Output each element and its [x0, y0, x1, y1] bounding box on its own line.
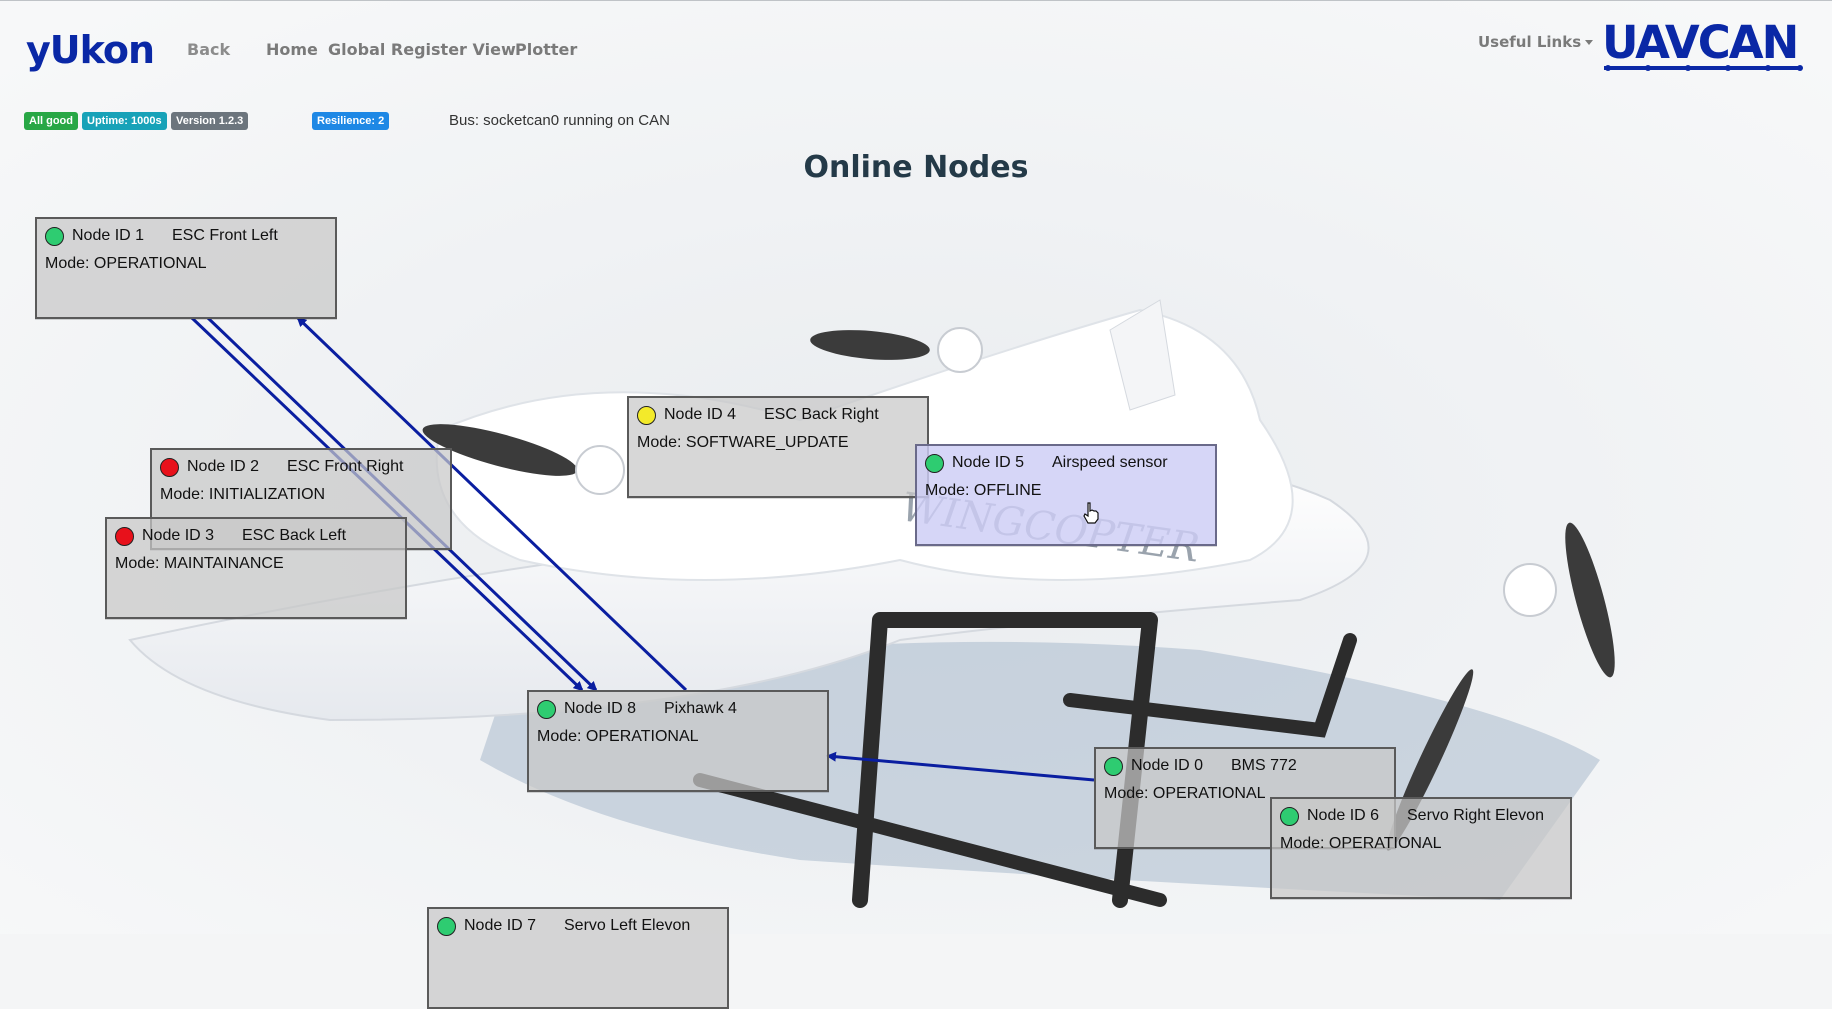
- node-mode: Mode: OFFLINE: [925, 482, 1042, 499]
- node-header: Node ID 0 BMS 772: [1104, 755, 1297, 777]
- chevron-down-icon: [1585, 40, 1594, 45]
- node-id: Node ID 8: [564, 700, 637, 717]
- yukon-logo[interactable]: yUkon: [26, 28, 155, 72]
- node-name: Airspeed sensor: [1052, 454, 1168, 471]
- status-dot-icon: [637, 405, 656, 425]
- node-card[interactable]: Node ID 6 Servo Right Elevon Mode: OPERAT…: [1270, 797, 1572, 899]
- node-mode: Mode: INITIALIZATION: [160, 486, 326, 503]
- nav-global-register-view-link[interactable]: Global Register View: [328, 40, 516, 59]
- status-dot-icon: [45, 226, 64, 246]
- top-border: [0, 0, 1832, 1]
- nav-back-link[interactable]: Back: [187, 40, 230, 59]
- nav-home-link[interactable]: Home: [266, 40, 318, 59]
- uavcan-logo[interactable]: UAVCAN: [1602, 20, 1799, 66]
- node-name: Servo Right Elevon: [1407, 807, 1544, 824]
- node-id: Node ID 2: [187, 458, 260, 475]
- page-title: Online Nodes: [803, 150, 1029, 185]
- node-mode: Mode: OPERATIONAL: [1104, 785, 1266, 802]
- status-dot-icon: [160, 457, 179, 477]
- health-badge: All good: [24, 112, 78, 130]
- useful-links-dropdown[interactable]: Useful Links: [1478, 33, 1594, 51]
- uavcan-logo-dots: [1605, 65, 1803, 71]
- node-name: Pixhawk 4: [664, 700, 737, 717]
- node-header: Node ID 5 Airspeed sensor: [925, 452, 1168, 474]
- node-header: Node ID 8 Pixhawk 4: [537, 698, 737, 720]
- node-card[interactable]: Node ID 8 Pixhawk 4 Mode: OPERATIONAL: [527, 690, 829, 792]
- node-header: Node ID 2 ESC Front Right: [160, 456, 403, 478]
- node-name: BMS 772: [1231, 757, 1297, 774]
- status-dot-icon: [437, 916, 456, 936]
- node-header: Node ID 4 ESC Back Right: [637, 404, 879, 426]
- status-dot-icon: [115, 526, 134, 546]
- node-name: Servo Left Elevon: [564, 917, 691, 934]
- node-header: Node ID 6 Servo Right Elevon: [1280, 805, 1544, 827]
- status-dot-icon: [1104, 756, 1123, 776]
- nav-plotter-link[interactable]: Plotter: [515, 40, 577, 59]
- bus-status-text: Bus: socketcan0 running on CAN: [449, 112, 670, 129]
- node-card[interactable]: Node ID 1 ESC Front Left Mode: OPERATIONA…: [35, 217, 337, 319]
- node-name: ESC Front Right: [287, 458, 404, 475]
- node-mode: Mode: OPERATIONAL: [45, 255, 207, 272]
- node-id: Node ID 4: [664, 406, 737, 423]
- useful-links-label: Useful Links: [1478, 33, 1582, 51]
- node-id: Node ID 0: [1131, 757, 1204, 774]
- node-header: Node ID 1 ESC Front Left: [45, 225, 278, 247]
- node-id: Node ID 5: [952, 454, 1025, 471]
- status-dot-icon: [537, 699, 556, 719]
- node-card[interactable]: Node ID 5 Airspeed sensor Mode: OFFLINE: [915, 444, 1217, 546]
- resilience-badge: Resilience: 2: [312, 112, 390, 130]
- node-id: Node ID 3: [142, 527, 215, 544]
- hand-pointer-cursor-icon: [1083, 502, 1099, 524]
- node-mode: Mode: OPERATIONAL: [1280, 835, 1442, 852]
- status-dot-icon: [1280, 806, 1299, 826]
- node-mode: Mode: SOFTWARE_UPDATE: [637, 434, 849, 451]
- node-card[interactable]: Node ID 4 ESC Back Right Mode: SOFTWARE_U…: [627, 396, 929, 498]
- node-name: ESC Front Left: [172, 227, 278, 244]
- status-dot-icon: [925, 453, 944, 473]
- node-name: ESC Back Left: [242, 527, 347, 544]
- node-mode: Mode: MAINTAINANCE: [115, 555, 284, 572]
- node-card[interactable]: Node ID 3 ESC Back Left Mode: MAINTAINANC…: [105, 517, 407, 619]
- node-card[interactable]: Node ID 7 Servo Left Elevon: [427, 907, 729, 1009]
- uptime-badge: Uptime: 1000s: [82, 112, 167, 130]
- node-name: ESC Back Right: [764, 406, 879, 423]
- node-header: Node ID 3 ESC Back Left: [115, 525, 346, 547]
- node-mode: Mode: OPERATIONAL: [537, 728, 699, 745]
- node-id: Node ID 6: [1307, 807, 1380, 824]
- version-badge: Version 1.2.3: [171, 112, 249, 130]
- node-id: Node ID 1: [72, 227, 145, 244]
